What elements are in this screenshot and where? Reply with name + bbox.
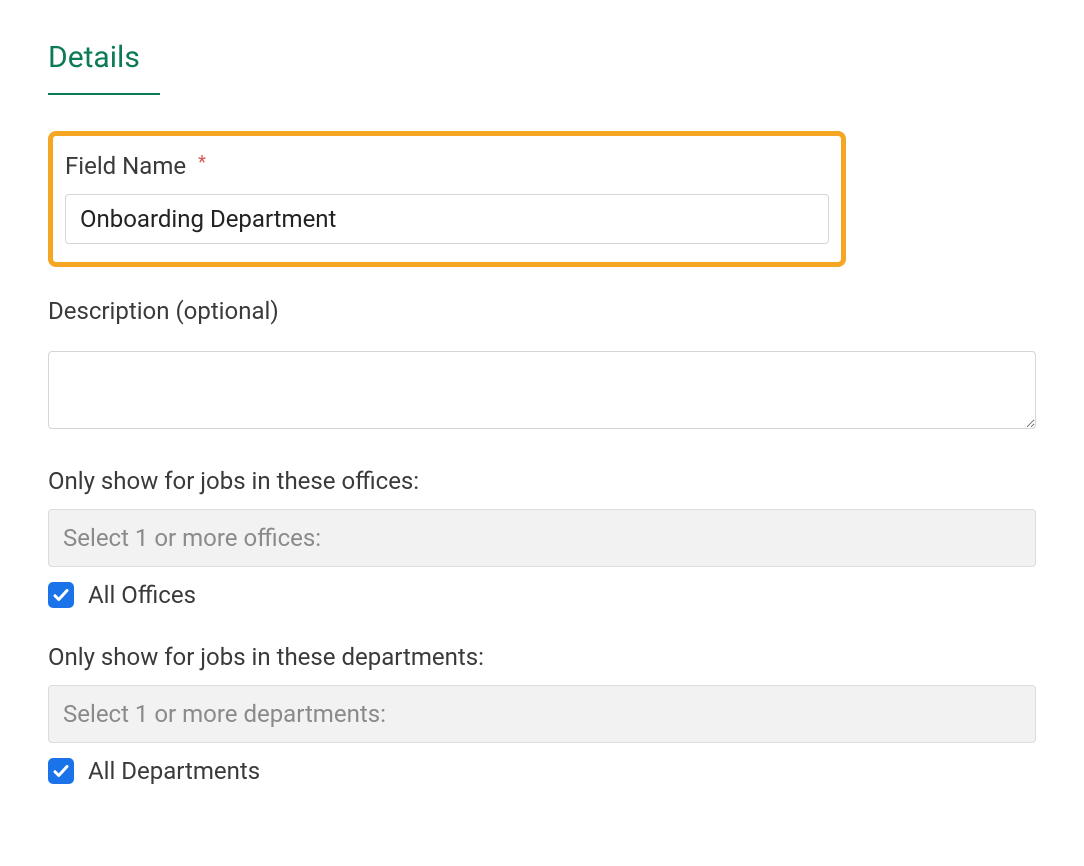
all-departments-checkbox-row: All Departments xyxy=(48,757,1036,785)
departments-field-group: Only show for jobs in these departments:… xyxy=(48,643,1036,785)
offices-field-group: Only show for jobs in these offices: Sel… xyxy=(48,467,1036,609)
all-departments-checkbox[interactable] xyxy=(48,758,74,784)
field-name-label-text: Field Name xyxy=(65,152,186,180)
title-underline xyxy=(48,93,160,95)
required-asterisk-icon: * xyxy=(198,152,206,173)
all-offices-checkbox-row: All Offices xyxy=(48,581,1036,609)
all-departments-checkbox-label[interactable]: All Departments xyxy=(88,757,260,785)
section-title: Details xyxy=(48,40,1036,75)
description-textarea[interactable] xyxy=(48,351,1036,429)
description-field-group: Description (optional) xyxy=(48,297,1036,433)
description-label: Description (optional) xyxy=(48,297,1036,325)
check-icon xyxy=(52,762,70,780)
all-offices-checkbox-label[interactable]: All Offices xyxy=(88,581,196,609)
field-name-highlight-box: Field Name * xyxy=(48,131,846,267)
check-icon xyxy=(52,586,70,604)
all-offices-checkbox[interactable] xyxy=(48,582,74,608)
offices-select[interactable]: Select 1 or more offices: xyxy=(48,509,1036,567)
field-name-input[interactable] xyxy=(65,194,829,244)
departments-select[interactable]: Select 1 or more departments: xyxy=(48,685,1036,743)
offices-label: Only show for jobs in these offices: xyxy=(48,467,1036,495)
field-name-label: Field Name * xyxy=(65,152,829,180)
departments-label: Only show for jobs in these departments: xyxy=(48,643,1036,671)
